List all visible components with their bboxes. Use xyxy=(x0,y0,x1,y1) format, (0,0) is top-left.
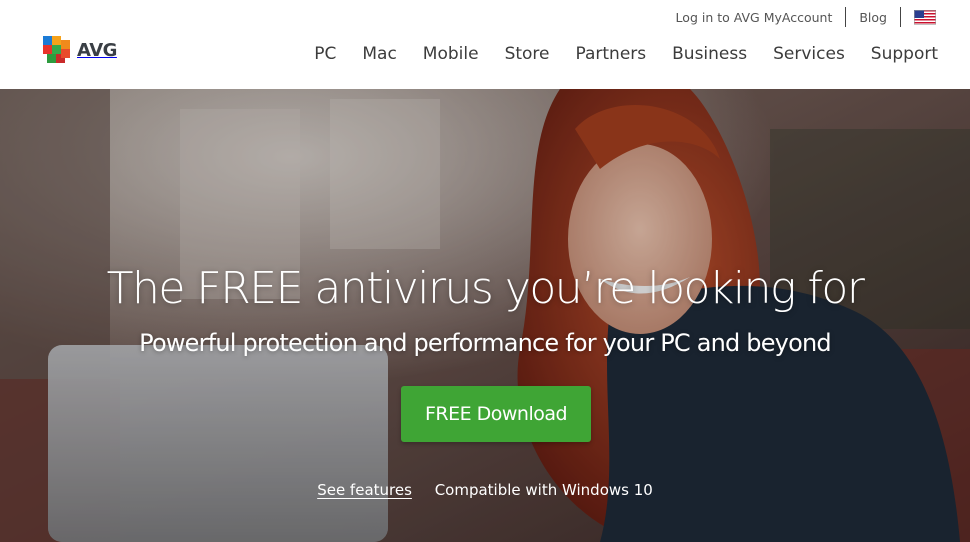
main-nav: PC Mac Mobile Store Partners Business Se… xyxy=(288,44,938,64)
see-features-link[interactable]: See features xyxy=(317,481,412,499)
nav-partners[interactable]: Partners xyxy=(576,44,647,64)
hero-footer-links: See features Compatible with Windows 10 xyxy=(0,481,970,499)
compatibility-note: Compatible with Windows 10 xyxy=(434,481,653,499)
utility-nav: Log in to AVG MyAccount Blog xyxy=(676,6,936,28)
site-header: AVG Log in to AVG MyAccount Blog PC Mac … xyxy=(0,0,970,89)
avg-logo-icon xyxy=(43,36,70,63)
hero-content: The FREE antivirus you’re looking for Po… xyxy=(0,89,970,542)
nav-mac[interactable]: Mac xyxy=(362,44,396,64)
logo-text: AVG xyxy=(77,39,117,61)
nav-business[interactable]: Business xyxy=(672,44,747,64)
hero-banner: The FREE antivirus you’re looking for Po… xyxy=(0,89,970,542)
avg-logo[interactable]: AVG xyxy=(41,34,123,66)
flag-graphic xyxy=(914,9,936,25)
myaccount-login-link[interactable]: Log in to AVG MyAccount xyxy=(676,10,833,25)
hero-headline: The FREE antivirus you’re looking for xyxy=(106,263,865,314)
nav-support[interactable]: Support xyxy=(871,44,938,64)
nav-mobile[interactable]: Mobile xyxy=(423,44,479,64)
nav-store[interactable]: Store xyxy=(505,44,550,64)
free-download-button[interactable]: FREE Download xyxy=(401,386,591,442)
nav-pc[interactable]: PC xyxy=(314,44,336,64)
nav-services[interactable]: Services xyxy=(773,44,845,64)
blog-link[interactable]: Blog xyxy=(859,10,887,25)
us-flag-icon[interactable] xyxy=(914,9,936,25)
divider xyxy=(900,7,901,27)
hero-subheadline: Powerful protection and performance for … xyxy=(139,329,831,357)
divider xyxy=(845,7,847,27)
